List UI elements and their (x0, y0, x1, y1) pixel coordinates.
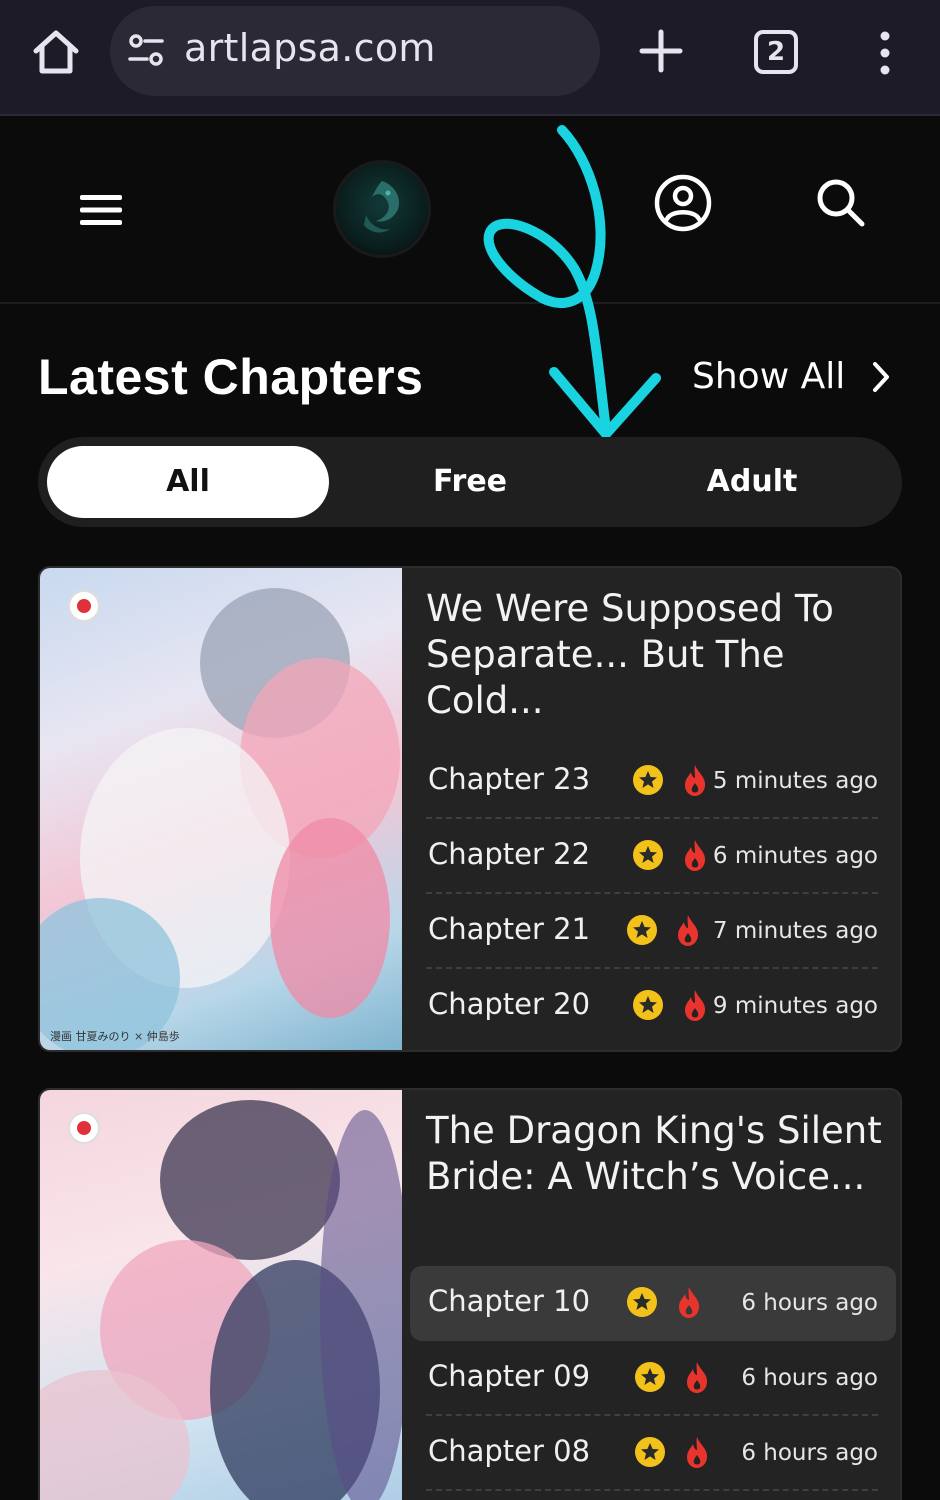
star-icon (633, 990, 663, 1020)
tab-all[interactable]: All (47, 446, 329, 518)
site-header (0, 118, 940, 304)
tab-adult[interactable]: Adult (611, 446, 893, 518)
chapter-time: 6 hours ago (741, 1290, 878, 1316)
star-icon (627, 1287, 657, 1317)
tab-count: 2 (766, 37, 786, 67)
star-icon (633, 840, 663, 870)
series-card: 漫画 甘夏みのり × 仲島歩 We Were Supposed To Separ… (38, 566, 902, 1052)
chapter-time: 6 hours ago (741, 1365, 878, 1391)
chapter-row[interactable]: Chapter 09 6 hours ago (408, 1341, 900, 1416)
show-all-link[interactable]: Show All (692, 356, 891, 397)
fire-icon (685, 840, 706, 871)
chapter-row[interactable]: Chapter 23 5 minutes ago (408, 744, 900, 819)
chapter-time: 6 hours ago (741, 1440, 878, 1466)
more-options-icon[interactable] (870, 28, 900, 78)
chapter-time: 9 minutes ago (712, 993, 878, 1019)
section-title: Latest Chapters (38, 349, 424, 405)
chapter-time: 7 minutes ago (712, 918, 878, 944)
url-text[interactable]: artlapsa.com (184, 26, 436, 70)
chapter-name: Chapter 22 (428, 837, 591, 871)
star-icon (633, 765, 663, 795)
menu-icon[interactable] (80, 193, 122, 227)
site-logo[interactable] (333, 160, 431, 258)
chapter-list: Chapter 10 6 hours ago Chapter 09 6 hour… (408, 1266, 900, 1491)
fire-icon (685, 765, 706, 796)
series-cover[interactable] (40, 1090, 402, 1500)
tab-free[interactable]: Free (329, 446, 611, 518)
star-icon (635, 1437, 665, 1467)
fire-icon (679, 1287, 700, 1318)
fire-icon (678, 915, 699, 946)
cover-credit: 漫画 甘夏みのり × 仲島歩 (50, 1030, 180, 1043)
chapter-name: Chapter 09 (428, 1359, 591, 1393)
chapter-list: Chapter 23 5 minutes ago Chapter 22 6 mi… (408, 744, 900, 1044)
site-settings-icon[interactable] (126, 30, 166, 70)
series-title[interactable]: We Were Supposed To Separate... But The … (426, 586, 896, 724)
tab-switcher-icon[interactable]: 2 (754, 30, 798, 74)
japan-flag-icon (68, 1112, 100, 1144)
user-icon[interactable] (654, 174, 712, 232)
japan-flag-icon (68, 590, 100, 622)
star-icon (635, 1362, 665, 1392)
filter-tabs: All Free Adult (38, 437, 902, 527)
chapter-name: Chapter 21 (428, 912, 591, 946)
chapter-time: 6 minutes ago (712, 843, 878, 869)
show-all-label: Show All (692, 356, 846, 397)
chapter-name: Chapter 20 (428, 987, 591, 1021)
chapter-row[interactable]: Chapter 08 6 hours ago (408, 1416, 900, 1491)
home-icon[interactable] (28, 24, 84, 80)
chapter-row[interactable]: Chapter 22 6 minutes ago (408, 819, 900, 894)
chapter-name: Chapter 08 (428, 1434, 591, 1468)
logo-emblem-icon (364, 181, 400, 233)
browser-toolbar: artlapsa.com 2 (0, 0, 940, 116)
fire-icon (685, 990, 706, 1021)
search-icon[interactable] (814, 176, 866, 228)
row-divider (426, 1489, 878, 1491)
series-title[interactable]: The Dragon King's Silent Bride: A Witch’… (426, 1108, 896, 1200)
chapter-time: 5 minutes ago (712, 768, 878, 794)
chapter-row[interactable]: Chapter 20 9 minutes ago (408, 969, 900, 1044)
chapter-name: Chapter 23 (428, 762, 591, 796)
series-card: The Dragon King's Silent Bride: A Witch’… (38, 1088, 902, 1500)
chevron-right-icon (873, 361, 890, 392)
chapter-name: Chapter 10 (428, 1284, 591, 1318)
fire-icon (687, 1437, 708, 1468)
fire-icon (687, 1362, 708, 1393)
new-tab-icon[interactable] (636, 26, 686, 76)
star-icon (627, 915, 657, 945)
chapter-row[interactable]: Chapter 10 6 hours ago (410, 1266, 896, 1341)
chapter-row[interactable]: Chapter 21 7 minutes ago (408, 894, 900, 969)
series-cover[interactable]: 漫画 甘夏みのり × 仲島歩 (40, 568, 402, 1050)
